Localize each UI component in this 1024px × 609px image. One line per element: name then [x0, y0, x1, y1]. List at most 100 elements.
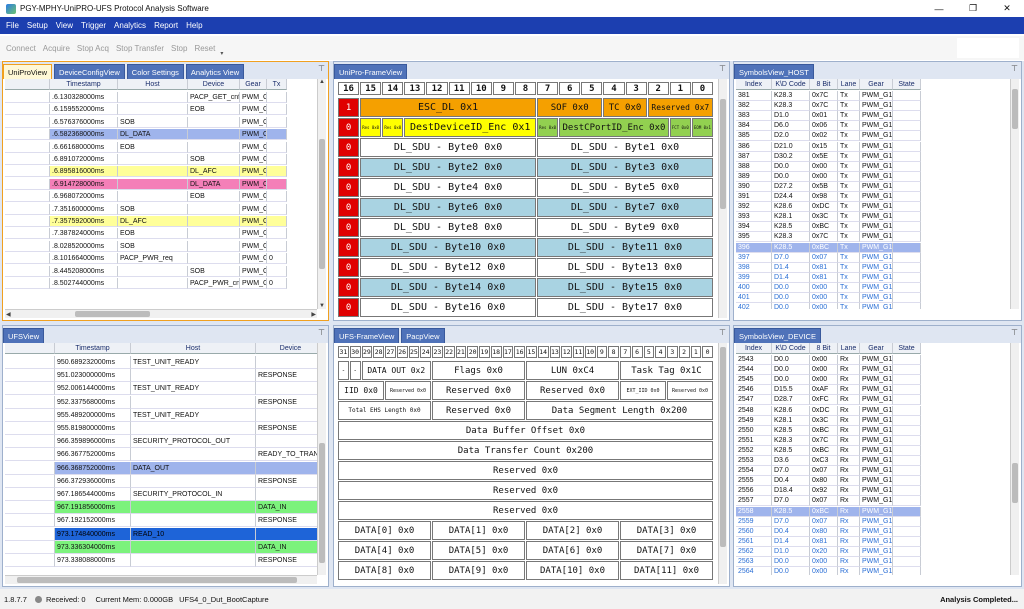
- column-header[interactable]: Lane: [838, 79, 860, 90]
- table-row[interactable]: 2560 D0.4 0x80 Rx PWM_G1: [736, 526, 921, 537]
- menu-file[interactable]: File: [6, 21, 19, 30]
- dl-sdu-byte[interactable]: DL_SDU - Byte16 0x0: [360, 298, 537, 317]
- data-byte-field[interactable]: DATA[0] 0x0: [338, 521, 431, 540]
- task-tag-field[interactable]: Task Tag 0x1C: [620, 361, 713, 380]
- table-row[interactable]: .8.445208000ms SOBPWM_G1: [5, 265, 287, 277]
- table-row[interactable]: 385 D2.0 0x02 Tx PWM_G1: [736, 131, 921, 142]
- toolbar-overflow-icon[interactable]: ▾: [220, 50, 223, 57]
- total-ehs-length-field[interactable]: Total EHS Length 0x0: [338, 401, 431, 420]
- column-header[interactable]: Tx: [267, 79, 287, 90]
- close-button[interactable]: ✕: [990, 0, 1024, 17]
- field[interactable]: -: [349, 361, 361, 380]
- table-row[interactable]: 2544 D0.0 0x00 Rx PWM_G1: [736, 365, 921, 376]
- table-row[interactable]: 2555 D0.4 0x80 Rx PWM_G1: [736, 476, 921, 487]
- reserved-field[interactable]: Reserved 0x0: [526, 381, 619, 400]
- reset-button[interactable]: Reset: [194, 44, 215, 53]
- column-header[interactable]: [5, 79, 50, 90]
- table-row[interactable]: 2547 D28.7 0xFC Rx PWM_G1: [736, 395, 921, 406]
- stop-acq-button[interactable]: Stop Acq: [77, 44, 109, 53]
- table-row[interactable]: 2562 D1.0 0x20 Rx PWM_G1: [736, 546, 921, 557]
- dl-sdu-byte[interactable]: DL_SDU - Byte8 0x0: [360, 218, 537, 237]
- column-header[interactable]: State: [893, 343, 921, 354]
- horizontal-scrollbar[interactable]: [5, 575, 317, 584]
- column-header[interactable]: Index: [736, 79, 772, 90]
- frame-flag[interactable]: 0: [338, 218, 360, 237]
- table-row[interactable]: 966.372936000ms RESPONSE: [5, 474, 317, 488]
- table-row[interactable]: .7.357592000msDL_AFC PWM_G1: [5, 216, 287, 227]
- iid-field[interactable]: IID 0x0: [338, 381, 384, 400]
- table-row[interactable]: 2559 D7.0 0x07 Rx PWM_G1: [736, 516, 921, 527]
- full-width-field[interactable]: Reserved 0x0: [338, 501, 713, 520]
- esc-dl-field[interactable]: ESC_DL 0x1: [360, 98, 537, 117]
- table-row[interactable]: 392 K28.6 0xDC Tx PWM_G1: [736, 202, 921, 213]
- data-byte-field[interactable]: DATA[10] 0x0: [526, 561, 619, 580]
- vertical-scrollbar[interactable]: [317, 343, 326, 575]
- table-row[interactable]: .6.661680000msEOB PWM_G1: [5, 141, 287, 153]
- dl-sdu-byte[interactable]: DL_SDU - Byte14 0x0: [360, 278, 537, 297]
- fct-field[interactable]: FCT 0x0: [669, 118, 691, 137]
- full-width-field[interactable]: Data Buffer Offset 0x0: [338, 421, 713, 440]
- table-row[interactable]: .6.891072000ms SOBPWM_G1: [5, 154, 287, 165]
- table-row[interactable]: .6.895816000ms DL_AFCPWM_G1: [5, 166, 287, 178]
- column-header[interactable]: Host: [118, 79, 188, 90]
- dest-cport-id-field[interactable]: DestCPortID_Enc 0x0: [559, 118, 669, 137]
- table-row[interactable]: 2548 K28.6 0xDC Rx PWM_G1: [736, 405, 921, 416]
- menu-report[interactable]: Report: [154, 21, 178, 30]
- table-row[interactable]: 2546 D15.5 0xAF Rx PWM_G1: [736, 385, 921, 396]
- res-field[interactable]: Res 0x0: [537, 118, 559, 137]
- frame-flag[interactable]: 0: [338, 118, 360, 137]
- vertical-scrollbar[interactable]: [718, 79, 727, 318]
- table-row[interactable]: 966.367752000ms READY_TO_TRANSF: [5, 448, 317, 462]
- horizontal-scrollbar[interactable]: ◀ ▶: [5, 309, 317, 318]
- column-header[interactable]: K\D Code: [772, 343, 810, 354]
- column-header[interactable]: Host: [131, 343, 256, 354]
- table-row[interactable]: 955.819800000ms RESPONSE: [5, 422, 317, 435]
- menu-trigger[interactable]: Trigger: [81, 21, 106, 30]
- column-header[interactable]: Gear: [860, 79, 893, 90]
- pin-icon[interactable]: ⊤: [318, 64, 325, 73]
- table-row[interactable]: 2551 K28.3 0x7C Rx PWM_G1: [736, 435, 921, 446]
- table-row[interactable]: 395 K28.3 0x7C Tx PWM_G1: [736, 232, 921, 243]
- table-row[interactable]: 952.337568000ms RESPONSE: [5, 395, 317, 409]
- data-byte-field[interactable]: DATA[8] 0x0: [338, 561, 431, 580]
- dl-sdu-byte[interactable]: DL_SDU - Byte9 0x0: [537, 218, 713, 237]
- tab-unipro-frame-view[interactable]: UniPro-FrameView: [334, 64, 408, 79]
- full-width-field[interactable]: Reserved 0x0: [338, 461, 713, 480]
- table-row[interactable]: 389 D0.0 0x00 Tx PWM_G1: [736, 171, 921, 182]
- ext-iid-field[interactable]: EXT_IID 0x0: [620, 381, 666, 400]
- column-header[interactable]: Index: [736, 343, 772, 354]
- data-byte-field[interactable]: DATA[6] 0x0: [526, 541, 619, 560]
- res-field[interactable]: Res 0x0: [382, 118, 404, 137]
- table-row[interactable]: 2545 D0.0 0x00 Rx PWM_G1: [736, 375, 921, 386]
- table-row[interactable]: 2550 K28.5 0xBC Rx PWM_G1: [736, 425, 921, 436]
- column-header[interactable]: Timestamp: [50, 79, 118, 90]
- stop-transfer-button[interactable]: Stop Transfer: [116, 44, 164, 53]
- menu-view[interactable]: View: [56, 21, 73, 30]
- flags-field[interactable]: Flags 0x0: [432, 361, 525, 380]
- res-field[interactable]: Res 0x0: [360, 118, 382, 137]
- table-row[interactable]: .6.159552000ms EOBPWM_G1: [5, 104, 287, 116]
- tab-device-config-view[interactable]: DeviceConfigView: [54, 64, 125, 79]
- column-header[interactable]: Gear: [860, 343, 893, 354]
- data-byte-field[interactable]: DATA[3] 0x0: [620, 521, 713, 540]
- frame-flag[interactable]: 0: [338, 258, 360, 277]
- column-header[interactable]: Device: [256, 343, 317, 354]
- column-header[interactable]: 8 Bit: [810, 79, 838, 90]
- table-row[interactable]: 401 D0.0 0x00 Tx PWM_G1: [736, 293, 921, 303]
- reserved-field[interactable]: Reserved 0x0: [432, 381, 525, 400]
- vertical-scrollbar[interactable]: ▲ ▼: [317, 79, 326, 309]
- reserved-field[interactable]: Reserved 0x0: [385, 381, 431, 400]
- table-row[interactable]: .7.387824000msEOB PWM_G1: [5, 228, 287, 240]
- reserved-field[interactable]: Reserved 0x0: [667, 381, 713, 400]
- pin-icon[interactable]: ⊤: [719, 64, 726, 73]
- table-row[interactable]: 966.368752000ms DATA_OUT: [5, 461, 317, 475]
- table-row[interactable]: 384 D6.0 0x06 Tx PWM_G1: [736, 121, 921, 132]
- table-row[interactable]: .8.101664000msPACP_PWR_req PWM_G10: [5, 253, 287, 265]
- data-byte-field[interactable]: DATA[1] 0x0: [432, 521, 525, 540]
- dl-sdu-byte[interactable]: DL_SDU - Byte5 0x0: [537, 178, 713, 197]
- frame-flag[interactable]: 0: [338, 278, 360, 297]
- tab-unipro-view[interactable]: UniProView: [3, 64, 53, 79]
- table-row[interactable]: .6.130328000ms PACP_GET_cnfPWM_G1: [5, 92, 287, 103]
- table-row[interactable]: 973.174840000ms READ_10: [5, 527, 317, 541]
- pin-icon[interactable]: ⊤: [318, 328, 325, 337]
